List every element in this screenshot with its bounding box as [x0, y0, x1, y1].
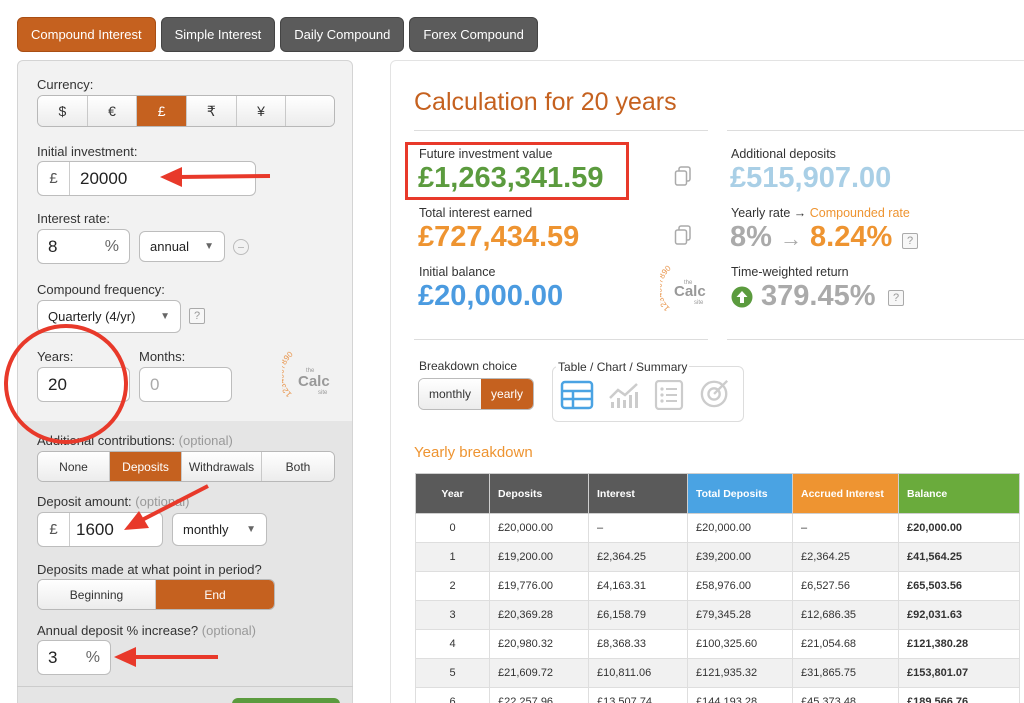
annotation-arrowhead: [160, 167, 182, 187]
annotation-arrowhead: [114, 647, 136, 667]
annotation-arrow: [177, 174, 271, 179]
annotation-layer: [4, 167, 271, 667]
annotation-circle: [4, 324, 128, 444]
annotation-arrow: [139, 484, 209, 523]
